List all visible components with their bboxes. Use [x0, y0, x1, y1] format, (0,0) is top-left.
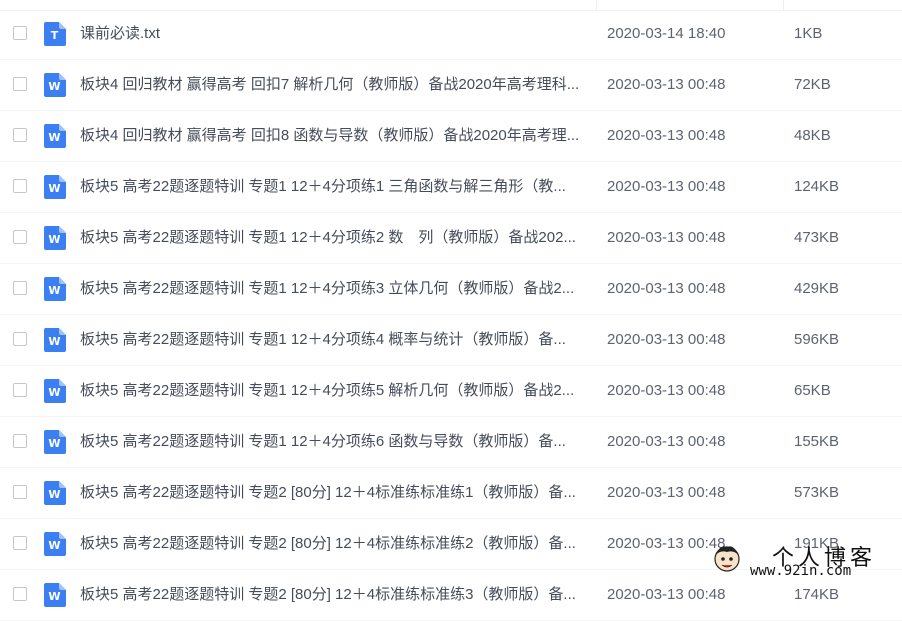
file-name[interactable]: 板块5 高考22题逐题特训 专题1 12＋4分项练1 三角函数与解三角形（教..… [80, 177, 590, 197]
file-modified-date: 2020-03-13 00:48 [607, 382, 726, 399]
file-row[interactable]: W 板块5 高考22题逐题特训 专题1 12＋4分项练1 三角函数与解三角形（教.… [0, 162, 902, 213]
file-type-letter: W [48, 80, 60, 93]
file-modified-date: 2020-03-13 00:48 [607, 484, 726, 501]
file-modified-date: 2020-03-13 00:48 [607, 586, 726, 603]
file-name[interactable]: 板块4 回归教材 赢得高考 回扣7 解析几何（教师版）备战2020年高考理科..… [80, 75, 590, 95]
row-checkbox[interactable] [13, 179, 27, 193]
file-modified-date: 2020-03-13 00:48 [607, 433, 726, 450]
file-type-letter: W [48, 233, 60, 246]
word-file-icon: W [44, 379, 66, 403]
word-file-icon: W [44, 328, 66, 352]
row-checkbox[interactable] [13, 383, 27, 397]
word-file-icon: W [44, 532, 66, 556]
file-name[interactable]: 板块5 高考22题逐题特训 专题1 12＋4分项练3 立体几何（教师版）备战2.… [80, 279, 590, 299]
file-size: 429KB [794, 280, 840, 297]
file-type-letter: W [48, 386, 60, 399]
file-row[interactable]: W 板块5 高考22题逐题特训 专题2 [80分] 12＋4标准练标准练1（教师版… [0, 468, 902, 519]
word-file-icon: W [44, 430, 66, 454]
watermark: 个人博客 www.92in.com [706, 540, 896, 582]
file-name[interactable]: 板块5 高考22题逐题特训 专题2 [80分] 12＋4标准练标准练3（教师版）… [80, 585, 590, 605]
file-row[interactable]: W 板块5 高考22题逐题特训 专题1 12＋4分项练3 立体几何（教师版）备战2… [0, 264, 902, 315]
file-modified-date: 2020-03-13 00:48 [607, 127, 726, 144]
file-type-letter: W [48, 335, 60, 348]
file-modified-date: 2020-03-13 00:48 [607, 76, 726, 93]
file-name[interactable]: 板块5 高考22题逐题特训 专题1 12＋4分项练2 数 列（教师版）备战202… [80, 228, 590, 248]
row-checkbox[interactable] [13, 587, 27, 601]
file-type-letter: W [48, 539, 60, 552]
file-name[interactable]: 板块4 回归教材 赢得高考 回扣8 函数与导数（教师版）备战2020年高考理..… [80, 126, 590, 146]
file-list: T 课前必读.txt 2020-03-14 18:40 1KB W 板块4 回归教材 赢得… [0, 9, 902, 621]
file-row[interactable]: W 板块4 回归教材 赢得高考 回扣7 解析几何（教师版）备战2020年高考理科.… [0, 60, 902, 111]
file-modified-date: 2020-03-13 00:48 [607, 229, 726, 246]
file-size: 124KB [794, 178, 840, 195]
file-type-letter: W [48, 182, 60, 195]
file-size: 1KB [794, 25, 823, 42]
file-size: 65KB [794, 382, 831, 399]
file-name[interactable]: 板块5 高考22题逐题特训 专题1 12＋4分项练6 函数与导数（教师版）备..… [80, 432, 590, 452]
file-size: 72KB [794, 76, 831, 93]
watermark-url: www.92in.com [750, 563, 852, 579]
word-file-icon: W [44, 124, 66, 148]
word-file-icon: W [44, 277, 66, 301]
file-size: 48KB [794, 127, 831, 144]
file-row[interactable]: W 板块5 高考22题逐题特训 专题1 12＋4分项练2 数 列（教师版）备战20… [0, 213, 902, 264]
row-checkbox[interactable] [13, 332, 27, 346]
file-row[interactable]: W 板块5 高考22题逐题特训 专题1 12＋4分项练4 概率与统计（教师版）备.… [0, 315, 902, 366]
file-name[interactable]: 板块5 高考22题逐题特训 专题1 12＋4分项练5 解析几何（教师版）备战2.… [80, 381, 590, 401]
file-size: 155KB [794, 433, 840, 450]
file-row[interactable]: W 板块4 回归教材 赢得高考 回扣8 函数与导数（教师版）备战2020年高考理.… [0, 111, 902, 162]
file-name[interactable]: 板块5 高考22题逐题特训 专题2 [80分] 12＋4标准练标准练1（教师版）… [80, 483, 590, 503]
file-type-letter: W [48, 488, 60, 501]
file-type-letter: W [48, 284, 60, 297]
file-modified-date: 2020-03-13 00:48 [607, 280, 726, 297]
row-checkbox[interactable] [13, 434, 27, 448]
file-name[interactable]: 板块5 高考22题逐题特训 专题2 [80分] 12＋4标准练标准练2（教师版）… [80, 534, 590, 554]
file-type-letter: W [48, 131, 60, 144]
file-size: 473KB [794, 229, 840, 246]
word-file-icon: W [44, 175, 66, 199]
file-row[interactable]: W 板块5 高考22题逐题特训 专题1 12＋4分项练6 函数与导数（教师版）备.… [0, 417, 902, 468]
row-checkbox[interactable] [13, 128, 27, 142]
row-checkbox[interactable] [13, 77, 27, 91]
row-checkbox[interactable] [13, 536, 27, 550]
cartoon-face-logo [714, 546, 740, 572]
word-file-icon: W [44, 583, 66, 607]
row-checkbox[interactable] [13, 230, 27, 244]
file-size: 573KB [794, 484, 840, 501]
file-type-letter: W [48, 590, 60, 603]
file-modified-date: 2020-03-13 00:48 [607, 331, 726, 348]
file-name[interactable]: 课前必读.txt [80, 24, 590, 44]
file-size: 596KB [794, 331, 840, 348]
file-size: 174KB [794, 586, 840, 603]
file-modified-date: 2020-03-14 18:40 [607, 25, 726, 42]
row-checkbox[interactable] [13, 485, 27, 499]
file-type-letter: W [48, 437, 60, 450]
row-checkbox[interactable] [13, 26, 27, 40]
word-file-icon: W [44, 481, 66, 505]
file-type-letter: T [51, 29, 59, 42]
row-checkbox[interactable] [13, 281, 27, 295]
word-file-icon: W [44, 73, 66, 97]
word-file-icon: W [44, 226, 66, 250]
file-row[interactable]: W 板块5 高考22题逐题特训 专题1 12＋4分项练5 解析几何（教师版）备战2… [0, 366, 902, 417]
file-modified-date: 2020-03-13 00:48 [607, 178, 726, 195]
file-name[interactable]: 板块5 高考22题逐题特训 专题1 12＋4分项练4 概率与统计（教师版）备..… [80, 330, 590, 350]
text-file-icon: T [44, 22, 66, 46]
file-row[interactable]: T 课前必读.txt 2020-03-14 18:40 1KB [0, 9, 902, 60]
